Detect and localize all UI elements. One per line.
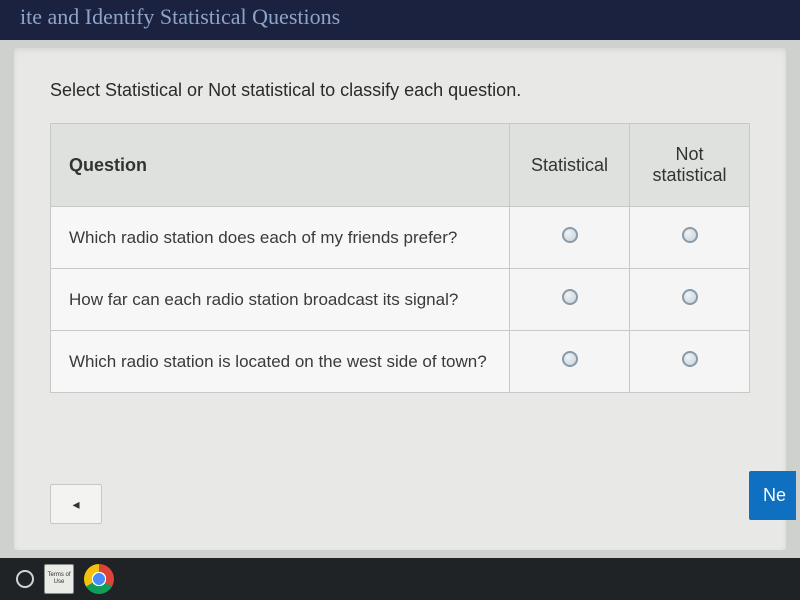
next-button[interactable]: Ne [749, 471, 796, 520]
terms-label: Terms of Use [45, 572, 73, 586]
classification-table: Question Statistical Not statistical Whi… [50, 123, 750, 393]
radio-statistical-2[interactable] [562, 351, 578, 367]
radio-cell-notstat [630, 269, 750, 331]
radio-cell-notstat [630, 207, 750, 269]
question-cell: Which radio station does each of my frie… [51, 207, 510, 269]
radio-statistical-0[interactable] [562, 227, 578, 243]
radio-statistical-1[interactable] [562, 289, 578, 305]
table-row: How far can each radio station broadcast… [51, 269, 750, 331]
table-header-row: Question Statistical Not statistical [51, 124, 750, 207]
radio-notstatistical-0[interactable] [682, 227, 698, 243]
content-panel: Select Statistical or Not statistical to… [14, 48, 786, 550]
header-title: ite and Identify Statistical Questions [20, 4, 340, 29]
os-circle-icon[interactable] [16, 570, 34, 588]
next-label: Ne [763, 485, 786, 505]
back-icon: ◂ [72, 496, 79, 512]
radio-cell-stat [510, 207, 630, 269]
back-button[interactable]: ◂ [50, 484, 102, 524]
header-not-statistical: Not statistical [630, 124, 750, 207]
radio-cell-notstat [630, 331, 750, 393]
chrome-icon[interactable] [84, 564, 114, 594]
taskbar: Terms of Use [0, 558, 800, 600]
radio-notstatistical-2[interactable] [682, 351, 698, 367]
terms-of-use-icon[interactable]: Terms of Use [44, 564, 74, 594]
header-statistical: Statistical [510, 124, 630, 207]
radio-notstatistical-1[interactable] [682, 289, 698, 305]
table-row: Which radio station is located on the we… [51, 331, 750, 393]
radio-cell-stat [510, 331, 630, 393]
table-row: Which radio station does each of my frie… [51, 207, 750, 269]
question-cell: How far can each radio station broadcast… [51, 269, 510, 331]
app-header: ite and Identify Statistical Questions [0, 0, 800, 40]
instruction-text: Select Statistical or Not statistical to… [50, 80, 750, 101]
question-cell: Which radio station is located on the we… [51, 331, 510, 393]
header-question: Question [51, 124, 510, 207]
radio-cell-stat [510, 269, 630, 331]
